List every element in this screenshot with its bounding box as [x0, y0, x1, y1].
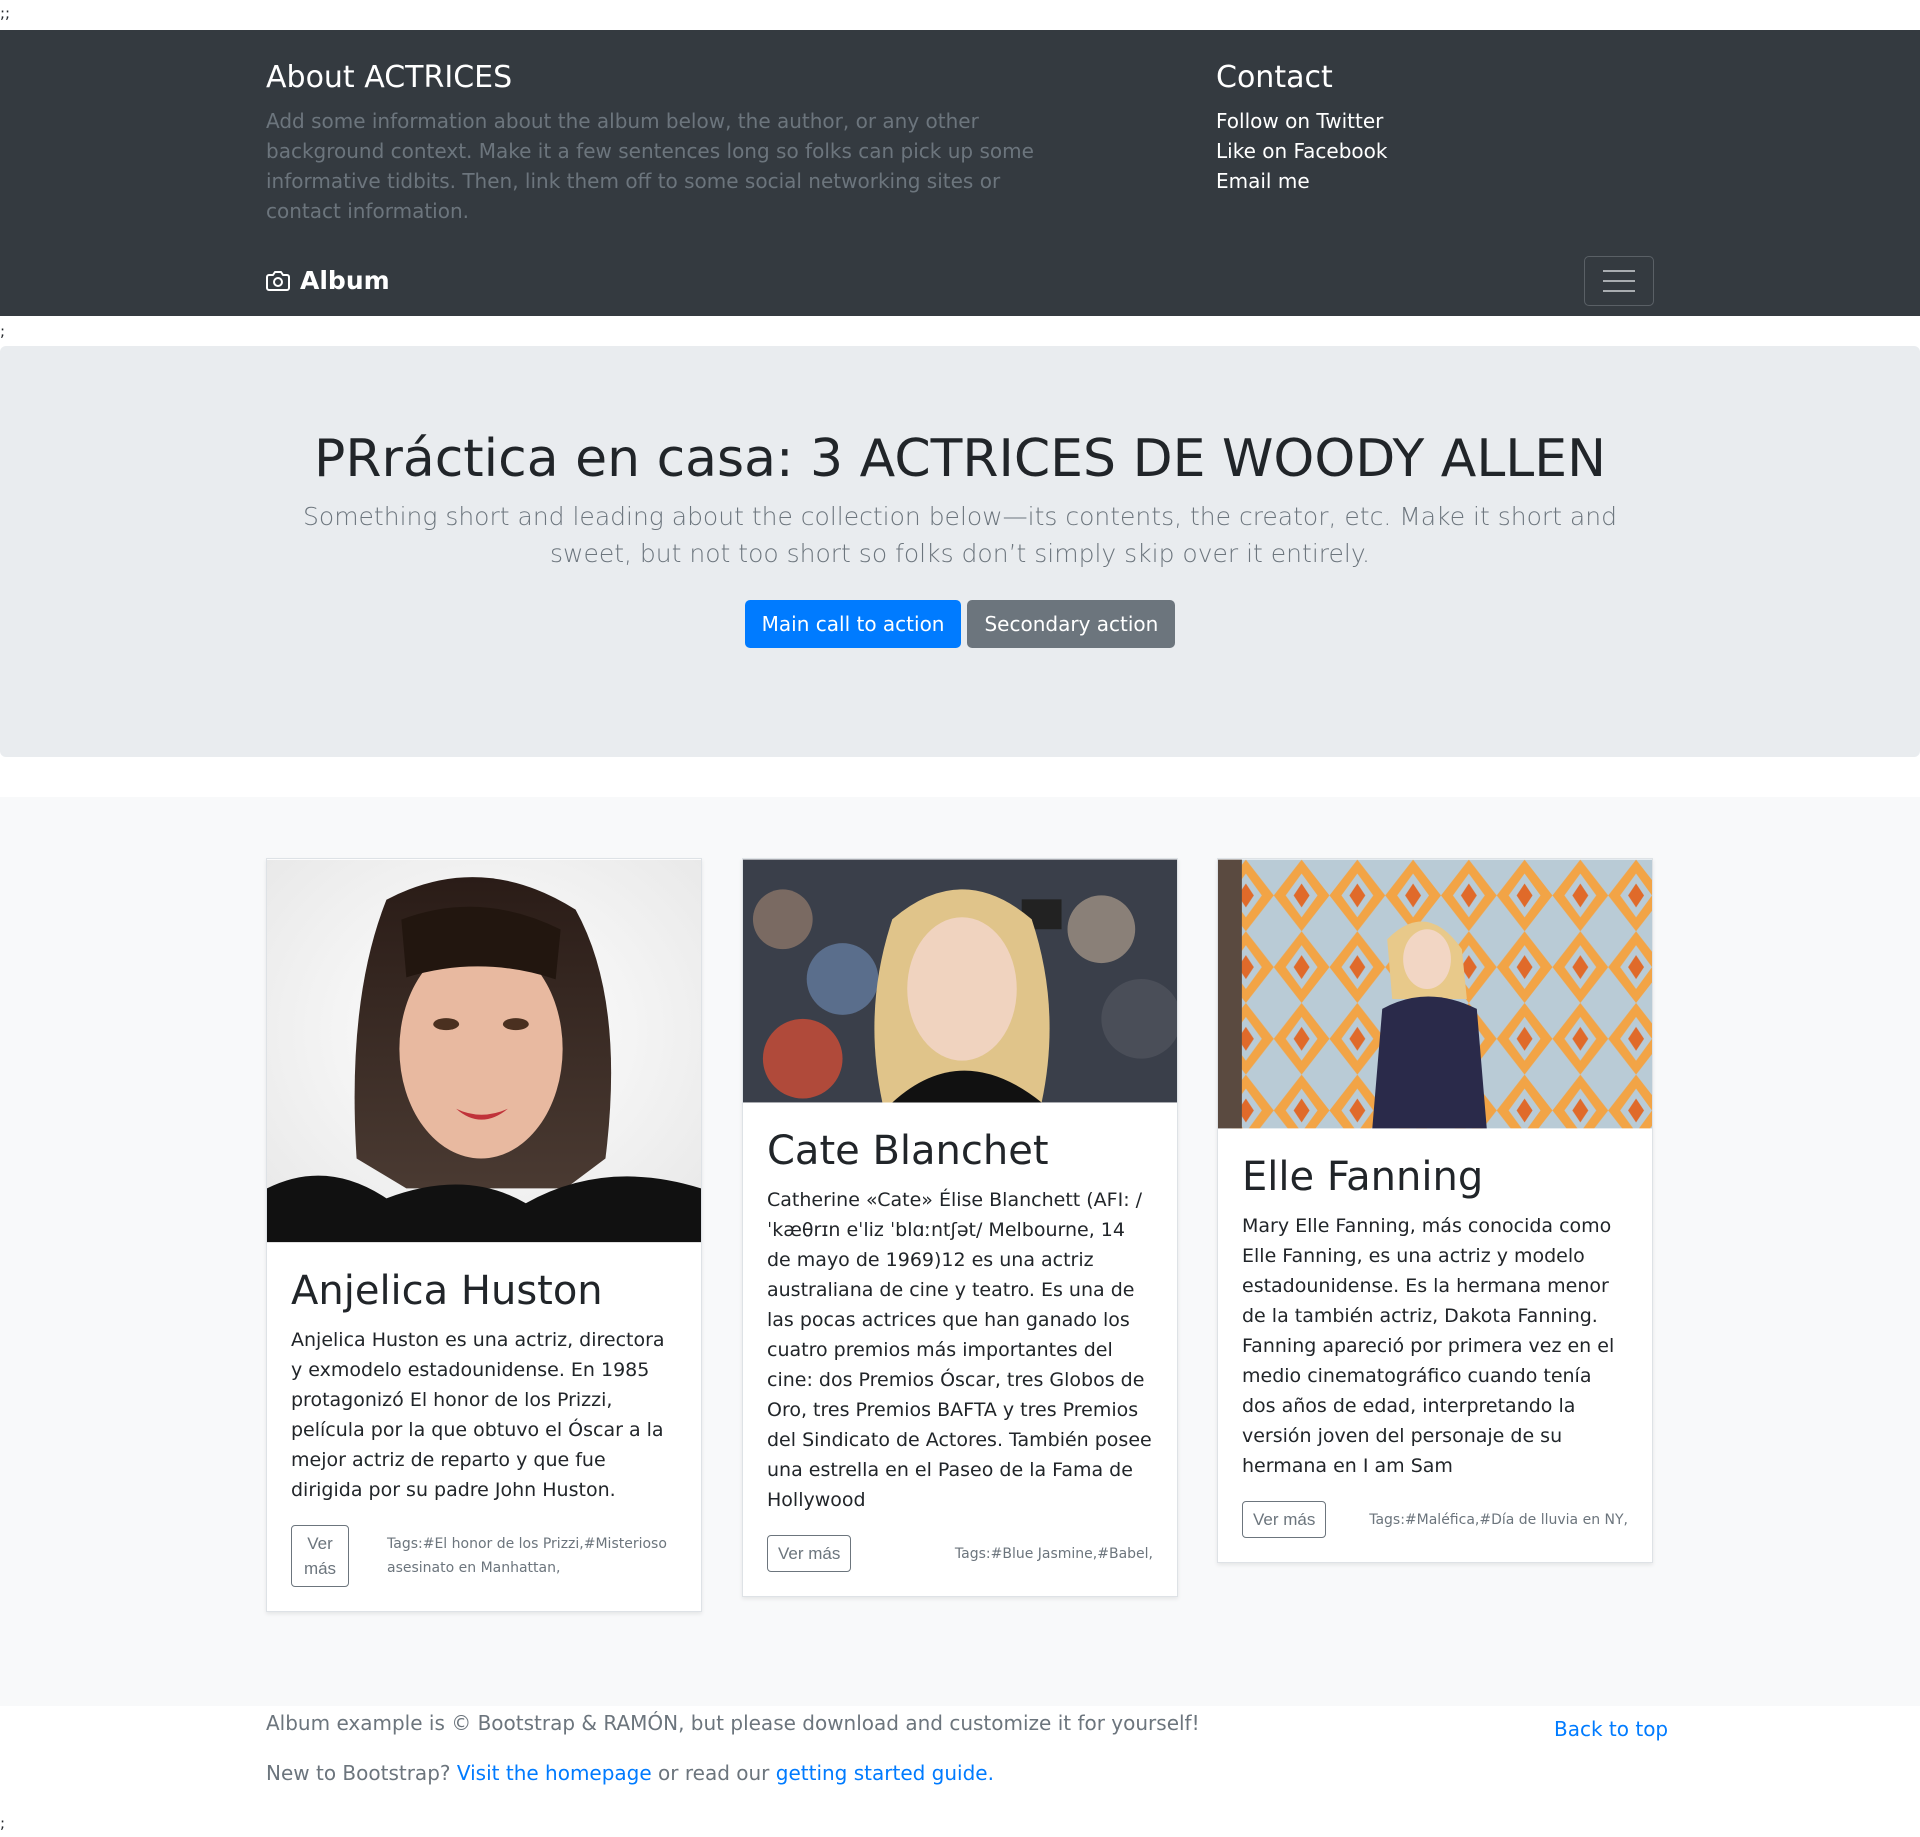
secondary-action-button[interactable]: Secondary action [967, 600, 1176, 648]
header-collapse: About ACTRICES Add some information abou… [0, 30, 1920, 316]
homepage-link[interactable]: Visit the homepage [457, 1761, 652, 1785]
camera-icon [266, 270, 290, 291]
card-footer: Ver más Tags:#Blue Jasmine,#Babel, [767, 1535, 1153, 1572]
twitter-link[interactable]: Follow on Twitter [1216, 106, 1636, 136]
ver-mas-button[interactable]: Ver más [291, 1525, 349, 1587]
card-text: Mary Elle Fanning, más conocida como Ell… [1242, 1215, 1615, 1477]
hero-title: PRráctica en casa: 3 ACTRICES DE WOODY A… [313, 429, 1607, 489]
stray-text-top: ;; [0, 4, 11, 22]
stray-text-middle: ; [0, 322, 6, 340]
about-text: Add some information about the album bel… [266, 109, 1034, 223]
ver-mas-button[interactable]: Ver más [1242, 1501, 1327, 1538]
stray-text-bottom: ; [0, 1814, 6, 1832]
hamburger-icon-bar [1603, 280, 1635, 282]
footer-new-prefix: New to Bootstrap? [266, 1761, 451, 1785]
contact-title: Contact [1216, 60, 1333, 95]
card-footer: Ver más Tags:#Maléfica,#Día de lluvia en… [1242, 1501, 1628, 1538]
brand-label: Album [300, 266, 390, 295]
elle-fanning-photo [1218, 859, 1652, 1129]
album-brand-link[interactable]: Album [266, 266, 390, 295]
cate-blanchet-photo [743, 859, 1177, 1103]
hero-buttons: Main call to action Secondary action [0, 600, 1920, 648]
album-section: Anjelica Huston Anjelica Huston es una a… [0, 797, 1920, 1706]
hamburger-icon-bar [1603, 290, 1635, 292]
card-title: Elle Fanning [1242, 1154, 1484, 1200]
ver-mas-button[interactable]: Ver más [767, 1535, 852, 1572]
card-body: Anjelica Huston Anjelica Huston es una a… [267, 1243, 701, 1611]
navbar-toggler-button[interactable] [1584, 256, 1654, 306]
main-cta-button[interactable]: Main call to action [744, 600, 962, 648]
card-title: Anjelica Huston [291, 1268, 603, 1314]
card-elle-fanning: Elle Fanning Mary Elle Fanning, más cono… [1217, 858, 1653, 1563]
card-text: Catherine «Cate» Élise Blanchett (AFI: /… [767, 1189, 1152, 1511]
about-title: About ACTRICES [266, 60, 513, 95]
footer-help: New to Bootstrap? Visit the homepage or … [266, 1758, 994, 1788]
facebook-link[interactable]: Like on Facebook [1216, 136, 1636, 166]
card-body: Cate Blanchet Catherine «Cate» Élise Bla… [743, 1103, 1177, 1596]
card-body: Elle Fanning Mary Elle Fanning, más cono… [1218, 1129, 1652, 1562]
card-footer: Ver más Tags:#El honor de los Prizzi,#Mi… [291, 1525, 677, 1587]
card-tags: Tags:#Maléfica,#Día de lluvia en NY, [1369, 1511, 1628, 1528]
footer-copyright: Album example is © Bootstrap & RAMÓN, bu… [266, 1711, 1200, 1735]
card-title: Cate Blanchet [767, 1128, 1049, 1174]
hamburger-icon [1603, 270, 1635, 272]
card-text: Anjelica Huston es una actriz, directora… [291, 1329, 665, 1501]
card-tags: Tags:#El honor de los Prizzi,#Misterioso… [387, 1536, 667, 1576]
getting-started-link[interactable]: getting started guide. [776, 1761, 994, 1785]
hero-jumbotron: PRráctica en casa: 3 ACTRICES DE WOODY A… [0, 346, 1920, 757]
card-cate-blanchet: Cate Blanchet Catherine «Cate» Élise Bla… [742, 858, 1178, 1597]
card-tags: Tags:#Blue Jasmine,#Babel, [954, 1545, 1153, 1562]
card-anjelica-huston: Anjelica Huston Anjelica Huston es una a… [266, 858, 702, 1612]
contact-section: Contact Follow on Twitter Like on Facebo… [1216, 60, 1636, 196]
email-link[interactable]: Email me [1216, 166, 1636, 196]
back-to-top-link[interactable]: Back to top [1554, 1714, 1668, 1744]
hero-lead: Something short and leading about the co… [303, 502, 1617, 568]
about-section: About ACTRICES Add some information abou… [266, 60, 1066, 226]
footer-middle-text: or read our [658, 1761, 770, 1785]
anjelica-huston-photo [267, 859, 701, 1243]
